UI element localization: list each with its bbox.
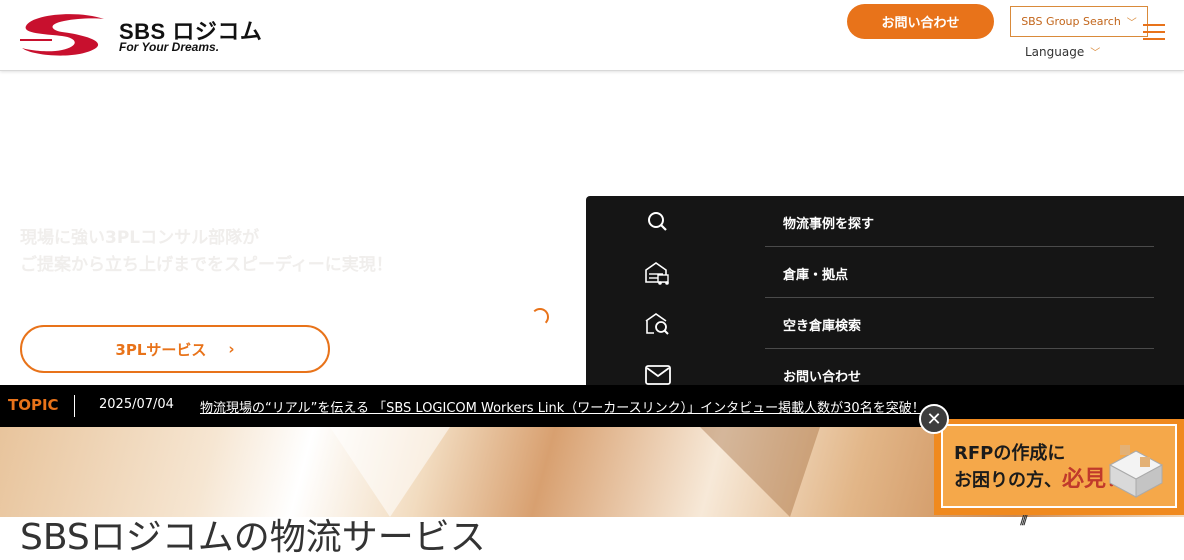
rfp-line-2a: お困りの方、 [954, 470, 1062, 491]
hero-line-2: ご提案から立ち上げまでをスピーディーに実現！ [20, 255, 393, 275]
chevron-right-icon: › [228, 340, 235, 358]
logo-mark-icon [20, 14, 104, 56]
3pl-service-button[interactable]: 3PLサービス › [20, 325, 330, 373]
rfp-banner[interactable]: RFPの作成に お困りの方、必見！ [934, 419, 1184, 515]
menu-item-vacant-warehouse[interactable]: 空き倉庫検索 [586, 298, 1184, 349]
logo-tagline: For Your Dreams. [119, 40, 220, 54]
menu-item-label: 空き倉庫検索 [783, 319, 862, 334]
topic-news-link[interactable]: 物流現場の“リアル”を伝える 「SBS LOGICOM Workers Link… [200, 397, 940, 416]
language-selector[interactable]: Language ﹀ [1025, 44, 1101, 60]
warehouse-search-icon [645, 313, 669, 335]
search-icon [648, 212, 667, 231]
topic-news-text: 物流現場の“リアル”を伝える 「SBS LOGICOM Workers Link… [200, 401, 925, 416]
menu-item-warehouse[interactable]: 倉庫・拠点 [586, 247, 1184, 298]
contact-button[interactable]: お問い合わせ [847, 4, 994, 39]
menu-item-case-search[interactable]: 物流事例を探す [586, 196, 1184, 247]
group-search-dropdown[interactable]: SBS Group Search ﹀ [1010, 6, 1148, 37]
hero-catchcopy: 現場に強い3PLコンサル部隊が ご提案から立ち上げまでをスピーディーに実現！ [20, 225, 393, 279]
hamburger-menu-icon[interactable] [1143, 24, 1165, 40]
site-header: SBS ロジコム For Your Dreams. お問い合わせ SBS Gro… [0, 0, 1184, 71]
loading-spinner-icon [531, 308, 549, 326]
menu-item-label: お問い合わせ [783, 370, 862, 385]
topic-divider [74, 395, 75, 417]
close-banner-button[interactable]: ✕ [919, 404, 949, 434]
hero-line-1: 現場に強い3PLコンサル部隊が [20, 228, 260, 248]
language-label: Language [1025, 44, 1085, 59]
quick-menu-panel: 物流事例を探す 倉庫・拠点 空き倉庫検索 お問い合わせ [586, 196, 1184, 402]
warehouse-truck-icon [645, 262, 669, 285]
topic-label: TOPIC [8, 396, 59, 414]
topic-date: 2025/07/04 [99, 397, 174, 412]
menu-item-label: 物流事例を探す [783, 217, 875, 232]
warehouse-boxes-illustration-icon [1108, 445, 1164, 498]
3pl-service-label: 3PLサービス [115, 340, 207, 359]
chevron-down-icon: ﹀ [1126, 18, 1137, 29]
group-search-label: SBS Group Search [1021, 15, 1121, 28]
chevron-down-icon: ﹀ [1090, 48, 1101, 59]
menu-item-label: 倉庫・拠点 [783, 268, 849, 283]
section-title: SBSロジコムの物流サービス [20, 517, 486, 558]
sbs-logicom-logo[interactable]: SBS ロジコム For Your Dreams. [18, 12, 262, 58]
